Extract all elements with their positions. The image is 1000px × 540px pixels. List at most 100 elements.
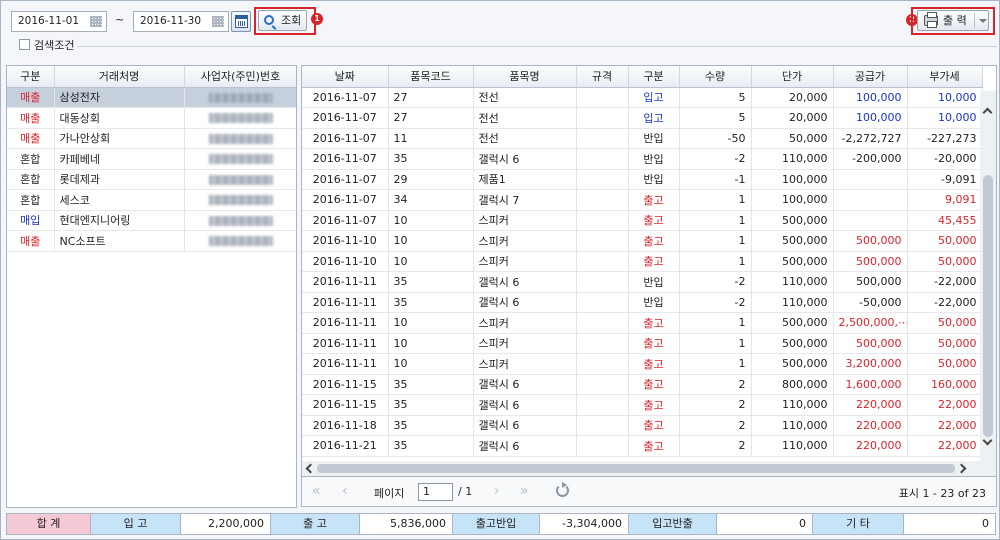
summary-etc-value: 0 [904,514,995,534]
search-button[interactable]: 조회 [258,10,307,31]
cell-vat: 50,000 [907,312,983,334]
customer-name: 삼성전자 [54,87,185,108]
customer-row[interactable]: 혼합 세스코 [7,189,296,211]
transaction-table: 날짜 품목코드 품목명 규격 구분 수량 단가 공급가 부가세 2016-11-… [302,66,983,457]
prev-page-icon[interactable]: ‹ [342,484,348,498]
vertical-scrollbar[interactable] [980,91,996,467]
date-range-separator: ~ [115,13,125,26]
col-header-kind[interactable]: 구분 [628,66,680,88]
cell-date: 2016-11-11 [302,312,389,334]
dropdown-arrow-icon[interactable] [979,19,987,23]
col-header-item-name[interactable]: 품목명 [473,66,577,88]
horizontal-scroll-thumb[interactable] [317,464,955,473]
cell-item-code: 10 [388,333,474,354]
transaction-row[interactable]: 2016-11-10 10 스피커 출고 1 500,000 500,000 50,000 [302,251,983,272]
transaction-row[interactable]: 2016-11-11 10 스피커 출고 1 500,000 500,000 50,000 [302,333,983,354]
customer-row[interactable]: 매출 대동상회 [7,107,296,129]
cell-item-code: 35 [388,148,474,170]
customer-row[interactable]: 혼합 롯데제과 [7,169,296,190]
customer-row[interactable]: 매출 NC소프트 [7,230,296,252]
end-date-field[interactable]: 2016-11-30 [133,11,229,32]
transaction-row[interactable]: 2016-11-18 35 갤럭시 6 출고 2 110,000 220,000 22,000 [302,415,983,436]
cell-quantity: -1 [679,169,752,190]
cell-unit-price: 110,000 [751,435,834,457]
transaction-row[interactable]: 2016-11-07 27 전선 입고 5 20,000 100,000 10,000 [302,87,983,108]
cell-kind: 반입 [628,169,680,190]
transaction-row[interactable]: 2016-11-11 35 갤럭시 6 반입 -2 110,000 500,000 -22,0… [302,271,983,293]
cell-quantity: 5 [679,87,752,108]
transaction-row[interactable]: 2016-11-11 10 스피커 출고 1 500,000 3,200,000 50,000 [302,353,983,375]
cell-kind: 출고 [628,251,680,272]
col-header-business-number[interactable]: 사업자(주민)번호 [184,66,296,88]
col-header-spec[interactable]: 규격 [576,66,629,88]
cell-vat: 50,000 [907,230,983,252]
transaction-row[interactable]: 2016-11-07 35 갤럭시 6 반입 -2 110,000 -200,000 -20,… [302,148,983,170]
transaction-row[interactable]: 2016-11-15 35 갤럭시 6 출고 2 110,000 220,000 22,000 [302,394,983,416]
cell-item-name: 스피커 [473,312,577,334]
transaction-row[interactable]: 2016-11-21 35 갤럭시 6 출고 2 110,000 220,000 22,000 [302,435,983,457]
col-header-customer-name[interactable]: 거래처명 [54,66,185,88]
customer-row[interactable]: 매입 현대엔지니어링 [7,210,296,231]
search-condition-checkbox[interactable] [19,39,30,50]
scroll-left-icon[interactable] [305,463,316,474]
refresh-icon[interactable] [556,482,569,497]
customer-name: NC소프트 [54,230,185,252]
print-button[interactable]: 출 력 [917,10,989,31]
cell-vat: 10,000 [907,87,983,108]
cell-spec [576,107,629,129]
cell-vat: 50,000 [907,333,983,354]
horizontal-scrollbar[interactable] [302,461,996,476]
customer-type: 매출 [7,128,55,149]
transaction-row[interactable]: 2016-11-07 27 전선 입고 5 20,000 100,000 10,000 [302,107,983,129]
col-header-quantity[interactable]: 수량 [679,66,752,88]
cell-vat: -20,000 [907,148,983,170]
summary-out-return-value: -3,304,000 [540,514,629,534]
scroll-right-icon[interactable] [956,463,967,474]
cell-quantity: 1 [679,251,752,272]
transaction-row[interactable]: 2016-11-07 11 전선 반입 -50 50,000 -2,272,727 -227,… [302,128,983,149]
transaction-row[interactable]: 2016-11-07 10 스피커 출고 1 500,000 45,455 [302,210,983,231]
col-header-date[interactable]: 날짜 [302,66,389,88]
customer-name: 가나안상회 [54,128,185,149]
calendar-icon [235,15,248,28]
transaction-row[interactable]: 2016-11-15 35 갤럭시 6 출고 2 800,000 1,600,000 160,… [302,374,983,395]
calendar-grid-icon[interactable] [212,16,224,27]
summary-in-label: 입 고 [91,514,181,534]
start-date-field[interactable]: 2016-11-01 [11,11,107,32]
scroll-down-icon[interactable] [982,435,993,446]
cell-vat: -9,091 [907,169,983,190]
cell-item-code: 10 [388,353,474,375]
last-page-icon[interactable]: » [520,484,529,498]
col-header-type[interactable]: 구분 [7,66,55,88]
transaction-row[interactable]: 2016-11-07 34 갤럭시 7 출고 1 100,000 9,091 [302,189,983,211]
first-page-icon[interactable]: « [312,484,321,498]
calendar-grid-icon[interactable] [90,16,102,27]
col-header-unit-price[interactable]: 단가 [751,66,834,88]
calendar-button[interactable] [231,11,251,32]
col-header-supply-price[interactable]: 공급가 [833,66,908,88]
col-header-vat[interactable]: 부가세 [907,66,983,88]
cell-item-code: 35 [388,415,474,436]
empty-row [7,354,296,375]
transaction-row[interactable]: 2016-11-11 10 스피커 출고 1 500,000 2,500,000,⋯ 50,0… [302,312,983,334]
transaction-row[interactable]: 2016-11-10 10 스피커 출고 1 500,000 500,000 50,000 [302,230,983,252]
cell-item-code: 10 [388,312,474,334]
page-number-input[interactable]: 1 [418,483,453,501]
cell-unit-price: 110,000 [751,394,834,416]
cell-unit-price: 110,000 [751,271,834,293]
redacted-value [208,113,273,124]
next-page-icon[interactable]: › [494,484,500,498]
start-date-value: 2016-11-01 [18,15,80,27]
col-header-item-code[interactable]: 품목코드 [388,66,474,88]
transaction-row[interactable]: 2016-11-07 29 제품1 반입 -1 100,000 -9,091 [302,169,983,190]
vertical-scroll-thumb[interactable] [983,175,993,437]
business-number-redacted [184,128,296,149]
transaction-row[interactable]: 2016-11-11 35 갤럭시 6 반입 -2 110,000 -50,000 -22,0… [302,292,983,313]
cell-unit-price: 500,000 [751,312,834,334]
empty-row [7,436,296,457]
customer-row[interactable]: 매출 삼성전자 [7,87,296,108]
cell-spec [576,251,629,272]
customer-row[interactable]: 혼합 카페베네 [7,148,296,170]
scroll-up-icon[interactable] [982,107,993,118]
customer-row[interactable]: 매출 가나안상회 [7,128,296,149]
